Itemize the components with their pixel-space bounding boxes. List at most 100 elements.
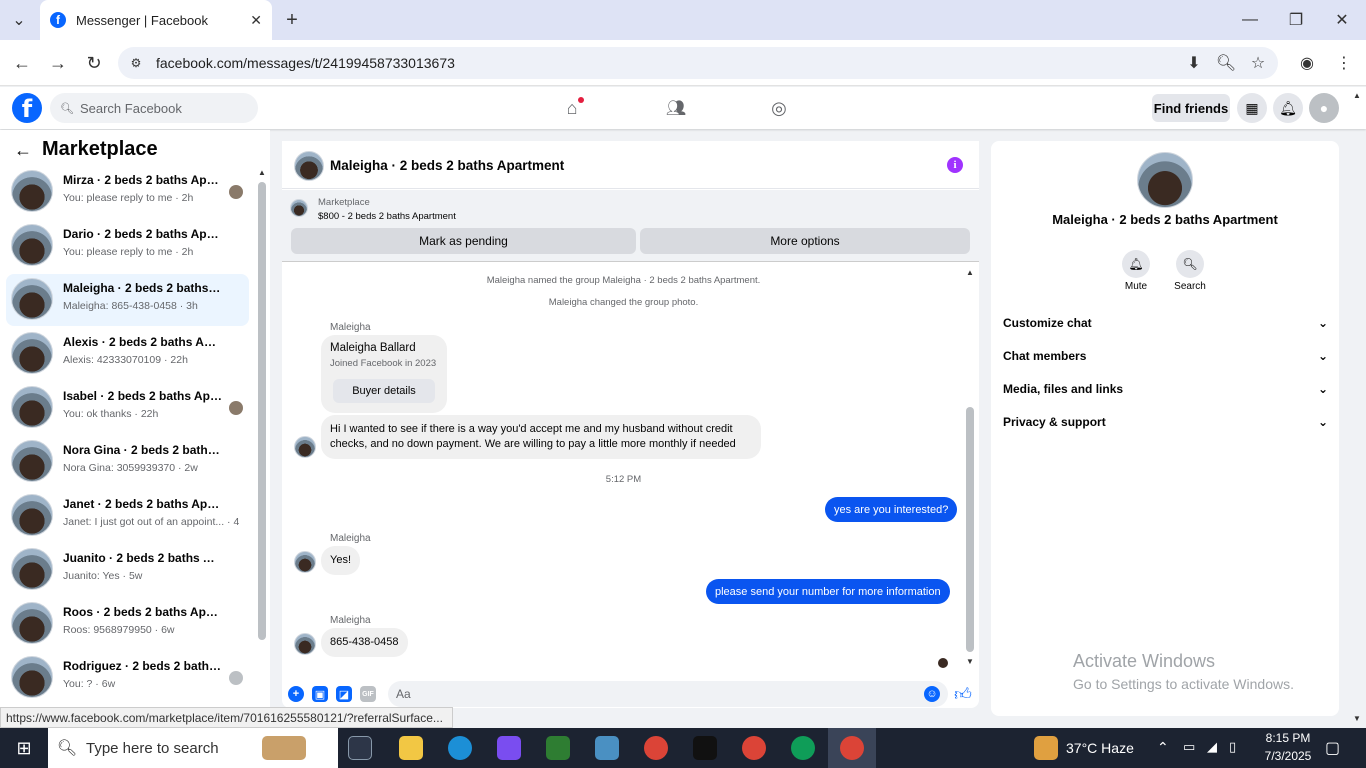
back-arrow-icon[interactable]: ← [12,140,34,160]
search-highlight-icon[interactable] [262,736,306,760]
avatar [11,656,53,698]
restore-icon[interactable]: ❐ [1286,9,1306,31]
conversation-item[interactable]: Mirza · 2 beds 2 baths Apart... You: ple… [6,166,249,218]
chrome-profile-icon[interactable] [791,736,815,760]
section-privacy-support[interactable]: Privacy & support ⌄ [1003,415,1328,429]
buyer-details-button[interactable]: Buyer details [333,379,435,403]
battery-icon[interactable]: ▯ [1229,739,1236,755]
close-tab-icon[interactable]: ✕ [250,12,262,29]
tray-chevron-up-icon[interactable]: ⌃ [1157,739,1169,756]
browser-tab-messenger[interactable]: f Messenger | Facebook ✕ [40,0,272,40]
facebook-search-input[interactable]: 🔍︎ Search Facebook [50,93,258,123]
sender-avatar[interactable] [294,633,316,655]
browser-menu-icon[interactable]: ⋮ [1334,52,1354,74]
message-bubble-outgoing[interactable]: please send your number for more informa… [706,579,950,604]
menu-grid-icon[interactable]: ▦ [1237,93,1267,123]
message-bubble-incoming[interactable]: Yes! [321,546,361,575]
conversation-item[interactable]: Rodriguez · 2 beds 2 baths A... You: ? ·… [6,652,249,704]
minimize-icon[interactable]: — [1240,9,1260,31]
file-explorer-icon[interactable] [399,736,423,760]
task-view-icon[interactable] [348,736,372,760]
bookmark-star-icon[interactable]: ☆ [1248,52,1268,74]
info-icon[interactable]: i [947,157,963,173]
add-icon[interactable]: + [288,686,304,702]
tiktok-icon[interactable] [693,736,717,760]
new-tab-icon[interactable]: + [282,9,302,31]
weather-icon[interactable] [1034,736,1058,760]
zoom-icon[interactable]: 🔍︎ [1216,52,1236,74]
chrome-icon[interactable] [644,736,668,760]
mark-as-pending-button[interactable]: Mark as pending [291,228,636,254]
page-scroll-up-icon[interactable]: ▲ [1351,90,1363,100]
conversation-item[interactable]: Dario · 2 beds 2 baths Apartment You: pl… [6,220,249,272]
like-thumb-icon[interactable]: 👍︎ [953,684,973,704]
network-icon[interactable]: ◢ [1207,739,1217,755]
conversation-name: Alexis · 2 beds 2 baths Apartme... [63,335,223,349]
home-notification-dot [578,97,584,103]
gif-icon[interactable]: GIF [360,686,376,702]
back-icon[interactable]: ← [12,52,32,74]
tab-list-icon[interactable]: ⌄ [8,10,30,30]
clock-date[interactable]: 7/3/2025 [1258,749,1318,763]
conversation-list-scrollbar[interactable] [258,182,266,640]
copilot-icon[interactable] [497,736,521,760]
tray-device-icon[interactable]: ▭ [1183,739,1195,755]
message-input[interactable]: Aa [388,681,948,707]
scroll-up-arrow-icon[interactable]: ▲ [257,167,267,177]
more-options-button[interactable]: More options [640,228,970,254]
conversation-item[interactable]: Roos · 2 beds 2 baths Apartment Roos: 95… [6,598,249,650]
notifications-icon[interactable]: 🔔︎ [1273,93,1303,123]
chevron-down-icon: ⌄ [1317,415,1328,429]
chrome-profile-icon[interactable] [742,736,766,760]
clock-time[interactable]: 8:15 PM [1258,731,1318,745]
section-customize-chat[interactable]: Customize chat ⌄ [1003,316,1328,330]
conversation-item[interactable]: Juanito · 2 beds 2 baths Apartm... Juani… [6,544,249,596]
app-icon[interactable] [595,736,619,760]
message-bubble-incoming[interactable]: Hi I wanted to see if there is a way you… [321,415,761,459]
scroll-up-arrow-icon[interactable]: ▲ [965,267,975,277]
conversation-item[interactable]: Janet · 2 beds 2 baths Apartment Janet: … [6,490,249,542]
message-bubble-incoming[interactable]: 865-438-0458 [321,628,408,657]
close-window-icon[interactable]: ✕ [1332,9,1352,31]
friends-icon[interactable]: 👥︎ [664,96,688,120]
site-info-icon[interactable]: ⚙ [128,53,144,73]
address-bar[interactable]: facebook.com/messages/t/2419945873301367… [118,47,1278,79]
account-avatar-icon[interactable]: ● [1309,93,1339,123]
photo-icon[interactable]: ▣ [312,686,328,702]
bell-icon[interactable]: 🔔︎ [1122,250,1150,278]
groups-icon[interactable]: ◎ [767,96,791,120]
message-bubble-outgoing[interactable]: yes are you interested? [825,497,958,522]
sender-avatar[interactable] [294,436,316,458]
weather-text[interactable]: 37°C Haze [1066,740,1134,756]
listing-text[interactable]: $800 - 2 beds 2 baths Apartment [318,211,456,222]
section-media-files-links[interactable]: Media, files and links ⌄ [1003,382,1328,396]
windows-start-icon[interactable]: ⊞ [12,736,36,760]
scroll-down-arrow-icon[interactable]: ▼ [965,656,975,666]
sticker-icon[interactable]: ◪ [336,686,352,702]
app-icon[interactable] [546,736,570,760]
search-icon[interactable]: 🔍︎ [1176,250,1204,278]
conversation-name: Janet · 2 beds 2 baths Apartment [63,497,223,511]
install-app-icon[interactable]: ⬇ [1184,52,1204,74]
conversation-item[interactable]: Isabel · 2 beds 2 baths Apart... You: ok… [6,382,249,434]
profile-icon[interactable]: ◉ [1297,52,1317,74]
chat-scrollbar[interactable] [966,407,974,652]
chat-avatar[interactable] [294,151,324,181]
find-friends-button[interactable]: Find friends [1152,94,1230,122]
page-scroll-down-icon[interactable]: ▼ [1351,713,1363,723]
conversation-item[interactable]: Alexis · 2 beds 2 baths Apartme... Alexi… [6,328,249,380]
reload-icon[interactable]: ↻ [84,52,104,74]
forward-icon[interactable]: → [48,52,68,74]
notification-center-icon[interactable]: ▢ [1325,738,1340,758]
chat-title[interactable]: Maleigha · 2 beds 2 baths Apartment [330,158,564,173]
conversation-item-active[interactable]: Maleigha · 2 beds 2 baths Apar... Maleig… [6,274,249,326]
group-avatar[interactable] [1137,152,1193,208]
sender-avatar[interactable] [294,551,316,573]
listing-thumbnail[interactable] [290,199,308,217]
conversation-item[interactable]: Nora Gina · 2 beds 2 baths Apa... Nora G… [6,436,249,488]
chrome-active-icon[interactable] [840,736,864,760]
edge-icon[interactable] [448,736,472,760]
section-chat-members[interactable]: Chat members ⌄ [1003,349,1328,363]
emoji-icon[interactable]: ☺ [924,686,940,702]
facebook-logo-icon[interactable]: f [12,93,42,123]
